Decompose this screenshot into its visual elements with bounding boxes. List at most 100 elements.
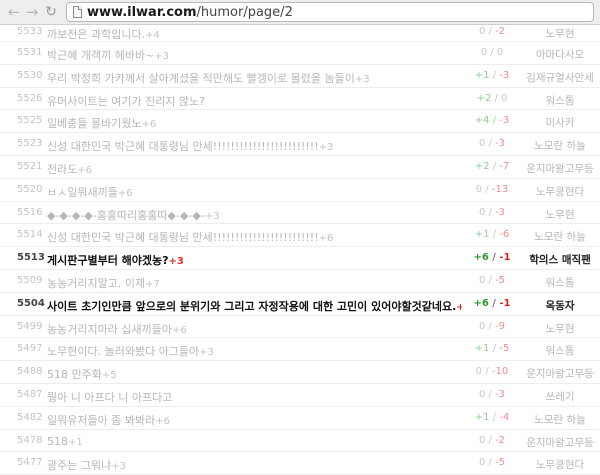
post-title: ㅂㅅ일뭐새끼들 xyxy=(47,185,118,199)
vote-separator: / xyxy=(485,434,496,446)
post-author[interactable]: 운지마왕고무등 xyxy=(522,435,598,450)
post-author[interactable]: 노무현 xyxy=(522,26,598,41)
reload-icon[interactable]: ↻ xyxy=(42,3,60,21)
post-number: 5513 xyxy=(17,252,45,264)
downvote-count: -5 xyxy=(495,274,506,286)
post-row[interactable]: 5482 일뭐유저들아 좀 봐봐라+6 +1 / -4 노모란 하늘 xyxy=(0,407,600,430)
vote-separator: / xyxy=(485,320,496,332)
post-row[interactable]: 5531 박근혜 개객끼 헤바바~+3 0 / 0 아마다사오 xyxy=(0,42,600,65)
vote-separator: / xyxy=(489,411,500,423)
post-row[interactable]: 5520 ㅂㅅ일뭐새끼들+6 0 / -13 노무쿵현다 xyxy=(0,179,600,202)
post-author[interactable]: 노모란 하늘 xyxy=(522,229,598,244)
post-title-link[interactable]: ◆-◆-◆-◆-홍홍따리홍홍따◆-◆-◆-+3 xyxy=(47,207,220,223)
vote-score: 0 / -10 xyxy=(462,366,522,377)
comment-count: +6 xyxy=(77,164,93,176)
upvote-count: +1 xyxy=(474,229,490,241)
post-number: 5504 xyxy=(17,297,45,309)
post-author[interactable]: 아마다사오 xyxy=(522,47,598,62)
post-author[interactable]: 노무쿵현다 xyxy=(522,184,598,199)
post-title: ◆-◆-◆-◆-홍홍따리홍홍따◆-◆-◆- xyxy=(47,208,205,222)
post-author[interactable]: 워스톰 xyxy=(522,275,598,290)
vote-score: 0 / -3 xyxy=(462,138,522,149)
post-row[interactable]: 5477 광주는 그뭐냐+3 0 / -5 노무쿵현다 xyxy=(0,452,600,475)
post-row[interactable]: 5525 일베충들 몰바기웠노+6 +4 / -3 미사카 xyxy=(0,110,600,134)
post-row[interactable]: 5478 518+1 0 / -2 운지마왕고무등 xyxy=(0,430,600,453)
address-bar[interactable]: www.ilwar.com/humor/page/2 xyxy=(66,2,594,22)
post-author[interactable]: 김재규열사만세 xyxy=(522,70,598,85)
post-number: 5516 xyxy=(17,206,43,218)
post-number: 5497 xyxy=(17,343,43,355)
post-row[interactable]: 5487 뭥아 니 아프다 니 아프다고 0 / -3 쓰레기 xyxy=(0,384,600,407)
downvote-count: -2 xyxy=(495,434,506,446)
post-title-link[interactable]: 신성 대한민국 박근혜 대통령님 만세!!!!!!!!!!!!!!!!!!!!!… xyxy=(47,138,333,154)
post-author[interactable]: 워스톰 xyxy=(522,343,598,358)
post-title: 사이트 초기인만큼 앞으로의 분위기와 그리고 자정작용에 대한 고민이 있어야… xyxy=(47,299,457,313)
post-title-link[interactable]: 게시판구별부터 해야겠농?+3 xyxy=(47,252,184,268)
comment-count: +6 xyxy=(117,187,133,199)
post-title-link[interactable]: 신성 대한민국 박근혜 대통령님 만세!!!!!!!!!!!!!!!!!!!!!… xyxy=(47,229,333,245)
browser-toolbar: ← → ↻ www.ilwar.com/humor/page/2 xyxy=(0,0,600,25)
post-number: 5531 xyxy=(17,47,43,58)
post-author[interactable]: 노모란 하늘 xyxy=(522,412,598,427)
downvote-count: -3 xyxy=(499,69,510,81)
vote-separator: / xyxy=(488,297,500,309)
post-author[interactable]: 노무현 xyxy=(522,207,598,222)
post-title-link[interactable]: 박근혜 개객끼 헤바바~+3 xyxy=(47,47,169,63)
vote-separator: / xyxy=(489,160,500,172)
post-row[interactable]: 5526 유머사이트는 여기가 진리지 않노? +2 / 0 워스톰 xyxy=(0,88,600,111)
post-title: 노무현이다. 놀러와봤다 아그들아 xyxy=(47,345,200,359)
forward-arrow-icon[interactable]: → xyxy=(23,3,41,21)
post-title-link[interactable]: 사이트 초기인만큼 앞으로의 분위기와 그리고 자정작용에 대한 고민이 있어야… xyxy=(47,298,462,314)
post-row[interactable]: 5516 ◆-◆-◆-◆-홍홍따리홍홍따◆-◆-◆-+3 0 / -3 노무현 xyxy=(0,202,600,225)
post-author[interactable]: 워스톰 xyxy=(522,93,598,108)
post-title-link[interactable]: 우리 박정희 가카께서 살아계셨을 적만해도 빨갱이로 몰렸을 놈들이+3 xyxy=(47,70,370,86)
post-author[interactable]: 미사카 xyxy=(522,115,598,130)
post-author[interactable]: 운지마왕고무등 xyxy=(522,161,598,176)
post-row[interactable]: 5530 우리 박정희 가카께서 살아계셨을 적만해도 빨갱이로 몰렸을 놈들이+… xyxy=(0,65,600,88)
post-row[interactable]: 5523 신성 대한민국 박근혜 대통령님 만세!!!!!!!!!!!!!!!!!… xyxy=(0,133,600,156)
post-number: 5523 xyxy=(17,138,43,150)
post-title-link[interactable]: 농농거리지말고. 이제+7 xyxy=(47,275,160,291)
post-title-link[interactable]: 광주는 그뭐냐+3 xyxy=(47,457,126,473)
post-author[interactable]: 학의스 매직팬 xyxy=(522,252,598,267)
comment-count: +6 xyxy=(155,415,170,427)
post-row[interactable]: 5513 게시판구별부터 해야겠농?+3 +6 / -1 학의스 매직팬 xyxy=(0,247,600,270)
post-row[interactable]: 5533 까보전은 과학입니다.+4 0 / -2 노무현 xyxy=(0,25,600,42)
post-title-link[interactable]: 뭥아 니 아프다 니 아프다고 xyxy=(47,389,172,405)
post-title-link[interactable]: ㅂㅅ일뭐새끼들+6 xyxy=(47,184,133,200)
post-row[interactable]: 5488 518 민주화+5 0 / -10 운지마왕고무등 xyxy=(0,361,600,384)
vote-separator: / xyxy=(488,252,500,264)
post-title-link[interactable]: 노무현이다. 놀러와봤다 아그들아+3 xyxy=(47,343,214,359)
post-author[interactable]: 쓰레기 xyxy=(522,389,598,404)
post-title-link[interactable]: 농농거리지마라 십새끼들아+6 xyxy=(47,321,187,337)
vote-separator: / xyxy=(489,115,500,127)
post-title: 전라도 xyxy=(47,162,78,176)
post-title: 게시판구별부터 해야겠농? xyxy=(47,254,169,268)
post-title-link[interactable]: 518+1 xyxy=(47,435,83,448)
post-row[interactable]: 5499 농농거리지마라 십새끼들아+6 0 / -9 노무현 xyxy=(0,316,600,339)
post-number: 5520 xyxy=(17,183,43,195)
post-title-link[interactable]: 전라도+6 xyxy=(47,161,92,177)
post-title: 유머사이트는 여기가 진리지 않노? xyxy=(47,94,206,108)
post-title-link[interactable]: 유머사이트는 여기가 진리지 않노? xyxy=(47,93,205,109)
upvote-count: +1 xyxy=(474,343,490,355)
post-author[interactable]: 노무현 xyxy=(522,321,598,336)
post-author[interactable]: 운지마왕고무등 xyxy=(522,366,598,381)
post-row[interactable]: 5504 사이트 초기인만큼 앞으로의 분위기와 그리고 자정작용에 대한 고민이… xyxy=(0,293,600,316)
back-arrow-icon[interactable]: ← xyxy=(5,3,23,21)
post-title-link[interactable]: 518 민주화+5 xyxy=(47,366,117,382)
post-row[interactable]: 5521 전라도+6 +2 / -7 운지마왕고무등 xyxy=(0,156,600,179)
post-row[interactable]: 5514 신성 대한민국 박근혜 대통령님 만세!!!!!!!!!!!!!!!!!… xyxy=(0,224,600,248)
post-row[interactable]: 5509 농농거리지말고. 이제+7 0 / -5 워스톰 xyxy=(0,270,600,293)
post-title-link[interactable]: 일베충들 몰바기웠노+6 xyxy=(47,115,156,131)
post-title-link[interactable]: 까보전은 과학입니다.+4 xyxy=(47,26,160,42)
vote-separator: / xyxy=(485,388,496,400)
vote-separator: / xyxy=(485,206,496,218)
post-author[interactable]: 노무쿵현다 xyxy=(522,457,598,472)
vote-score: +6 / -1 xyxy=(462,252,522,263)
post-author[interactable]: 옥동자 xyxy=(522,298,598,313)
post-title-link[interactable]: 일뭐유저들아 좀 봐봐라+6 xyxy=(47,412,170,428)
url-text[interactable]: www.ilwar.com/humor/page/2 xyxy=(87,5,293,20)
post-row[interactable]: 5497 노무현이다. 놀러와봤다 아그들아+3 +1 / -5 워스톰 xyxy=(0,338,600,362)
post-author[interactable]: 노모란 하늘 xyxy=(522,138,598,153)
